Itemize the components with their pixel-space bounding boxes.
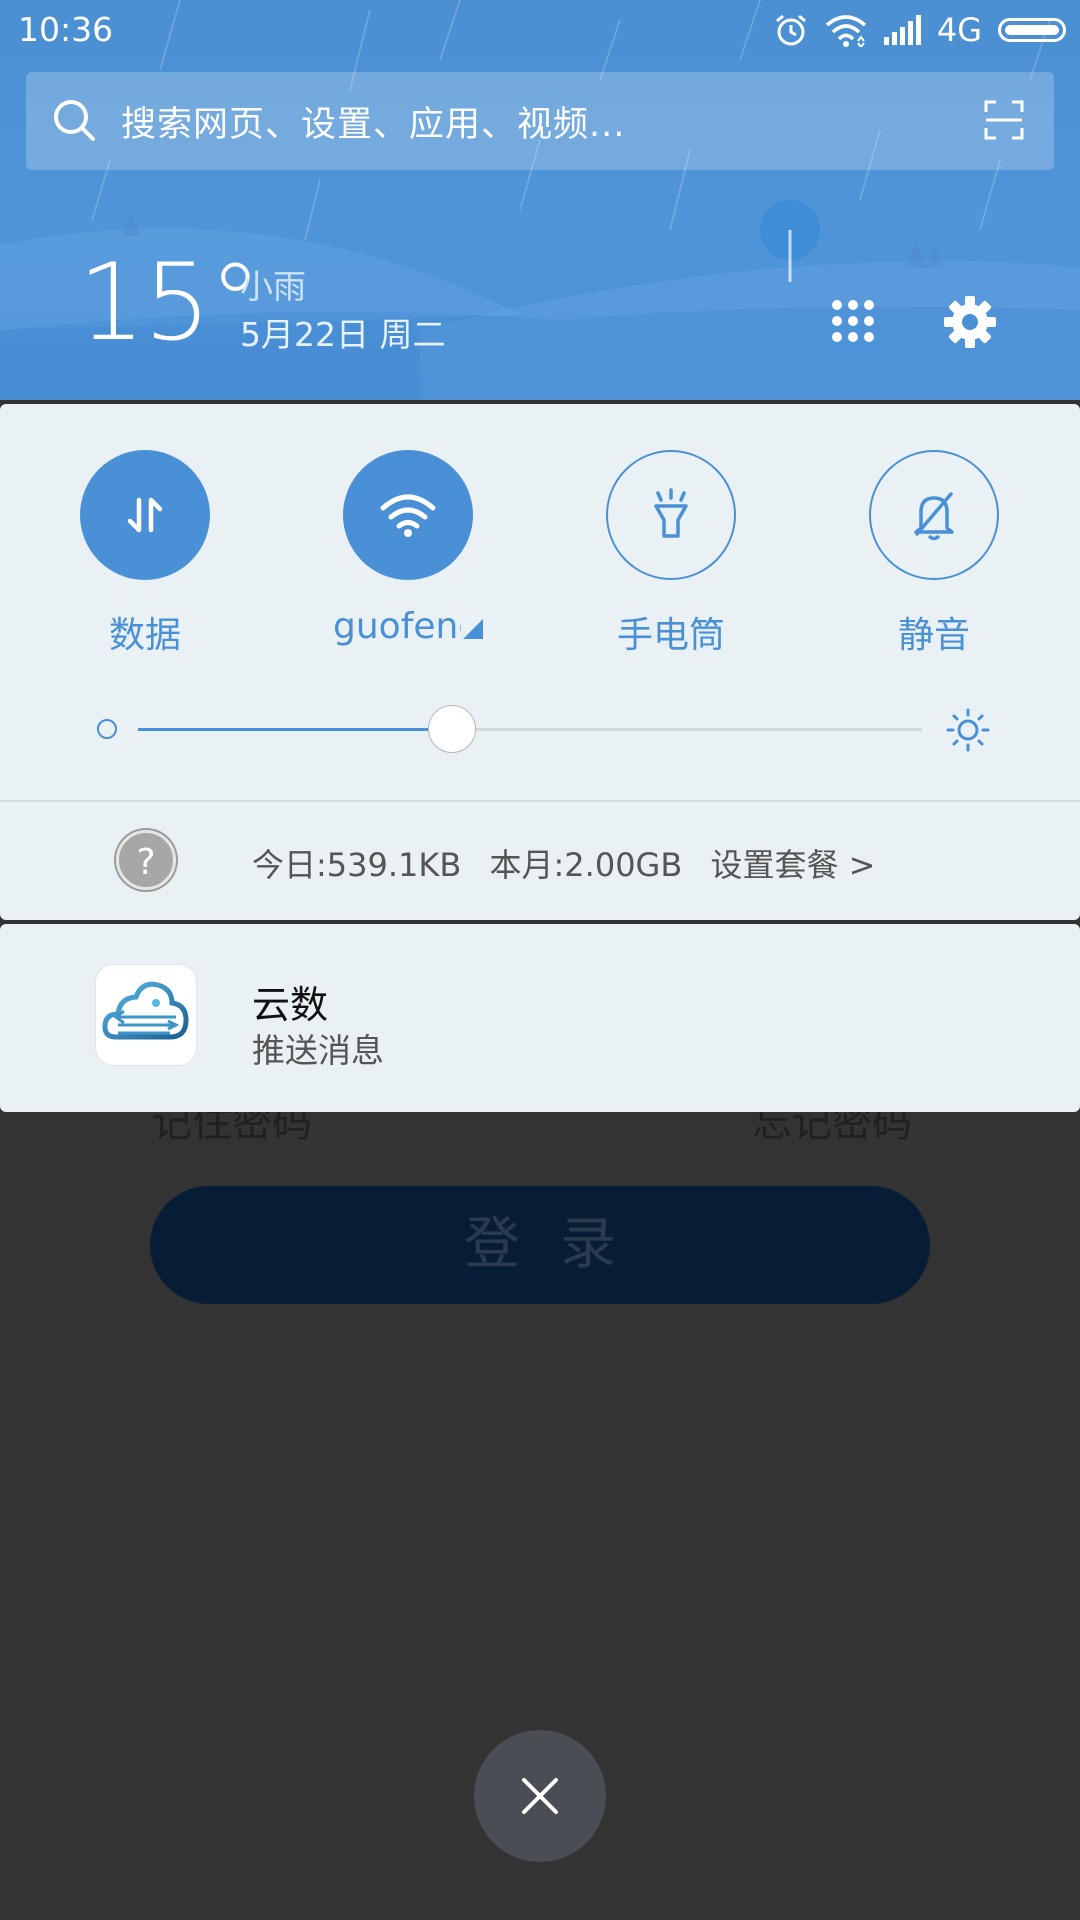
gear-icon[interactable] (942, 294, 998, 350)
close-icon (522, 1778, 558, 1814)
search-icon (54, 100, 95, 141)
tile-data-label: 数据 (108, 615, 181, 656)
brightness-high-icon (946, 708, 990, 752)
usage-month: 本月:2.00GB (489, 846, 683, 884)
expand-triangle-icon[interactable] (463, 619, 483, 639)
tile-wifi-label-row: guofeng (293, 606, 523, 647)
status-time: 10:36 (18, 10, 114, 49)
data-usage-row[interactable]: ? 今日:539.1KB 本月:2.00GB 设置套餐 > (0, 802, 1080, 920)
bell-off-icon (914, 492, 954, 541)
data-usage-text: 今日:539.1KB 本月:2.00GB 设置套餐 > (252, 840, 893, 886)
weather-date: 5月22日 周二 (240, 315, 446, 354)
tile-silent-circle[interactable] (869, 450, 999, 580)
login-button: 登录 (150, 1186, 930, 1304)
tile-wifi[interactable]: guofeng (293, 450, 523, 647)
tile-wifi-circle[interactable] (343, 450, 473, 580)
data-arrows-icon (127, 497, 163, 533)
status-icons: 4G (757, 10, 1066, 50)
brightness-thumb[interactable] (427, 705, 476, 753)
search-input[interactable]: 搜索网页、设置、应用、视频... (121, 96, 625, 147)
wifi-icon (380, 494, 436, 537)
weather-condition: 小雨 (240, 267, 306, 306)
plan-settings-link[interactable]: 设置套餐 > (710, 846, 875, 884)
status-bar: 10:36 4G (0, 0, 1080, 60)
search-bar[interactable]: 搜索网页、设置、应用、视频... (26, 72, 1054, 170)
notification-card[interactable]: 云数 推送消息 (0, 924, 1080, 1112)
usage-today: 今日:539.1KB (252, 846, 462, 884)
tile-silent-label: 静音 (897, 615, 970, 656)
tile-flashlight-label: 手电筒 (616, 615, 725, 656)
battery-icon (998, 18, 1066, 42)
brightness-low-icon (97, 719, 117, 739)
tile-flashlight[interactable]: 手电筒 (556, 450, 786, 658)
brightness-slider[interactable] (0, 700, 1080, 760)
grid-toggle-icon[interactable] (830, 298, 876, 344)
tile-data[interactable]: 数据 (30, 450, 260, 658)
app-icon-yunshu (95, 964, 197, 1066)
clear-notifications-button[interactable] (474, 1730, 606, 1862)
tile-silent[interactable]: 静音 (819, 450, 1049, 658)
flashlight-icon (654, 488, 688, 538)
wifi-status-icon (825, 15, 866, 47)
brightness-track[interactable] (138, 705, 922, 753)
scan-icon[interactable] (984, 100, 1024, 140)
network-type-label: 4G (936, 11, 982, 49)
help-icon: ? (116, 830, 176, 890)
quick-settings-panel: 数据 guofeng 手电筒 (0, 404, 1080, 920)
brightness-fill (138, 728, 452, 731)
alarm-icon (775, 14, 806, 46)
notification-shade-header: 10:36 4G 搜索网页、设置、应用、视频... 15° 小雨 5月22日 周… (0, 0, 1080, 400)
notification-title: 云数 (252, 983, 329, 1027)
cellular-signal-icon (883, 15, 921, 45)
tile-data-circle[interactable] (80, 450, 210, 580)
tile-wifi-label: guofeng (333, 606, 461, 647)
temperature[interactable]: 15° (78, 248, 262, 358)
notification-message: 推送消息 (252, 1031, 384, 1070)
tile-flashlight-circle[interactable] (606, 450, 736, 580)
cloud-app-logo-icon (102, 981, 189, 1040)
